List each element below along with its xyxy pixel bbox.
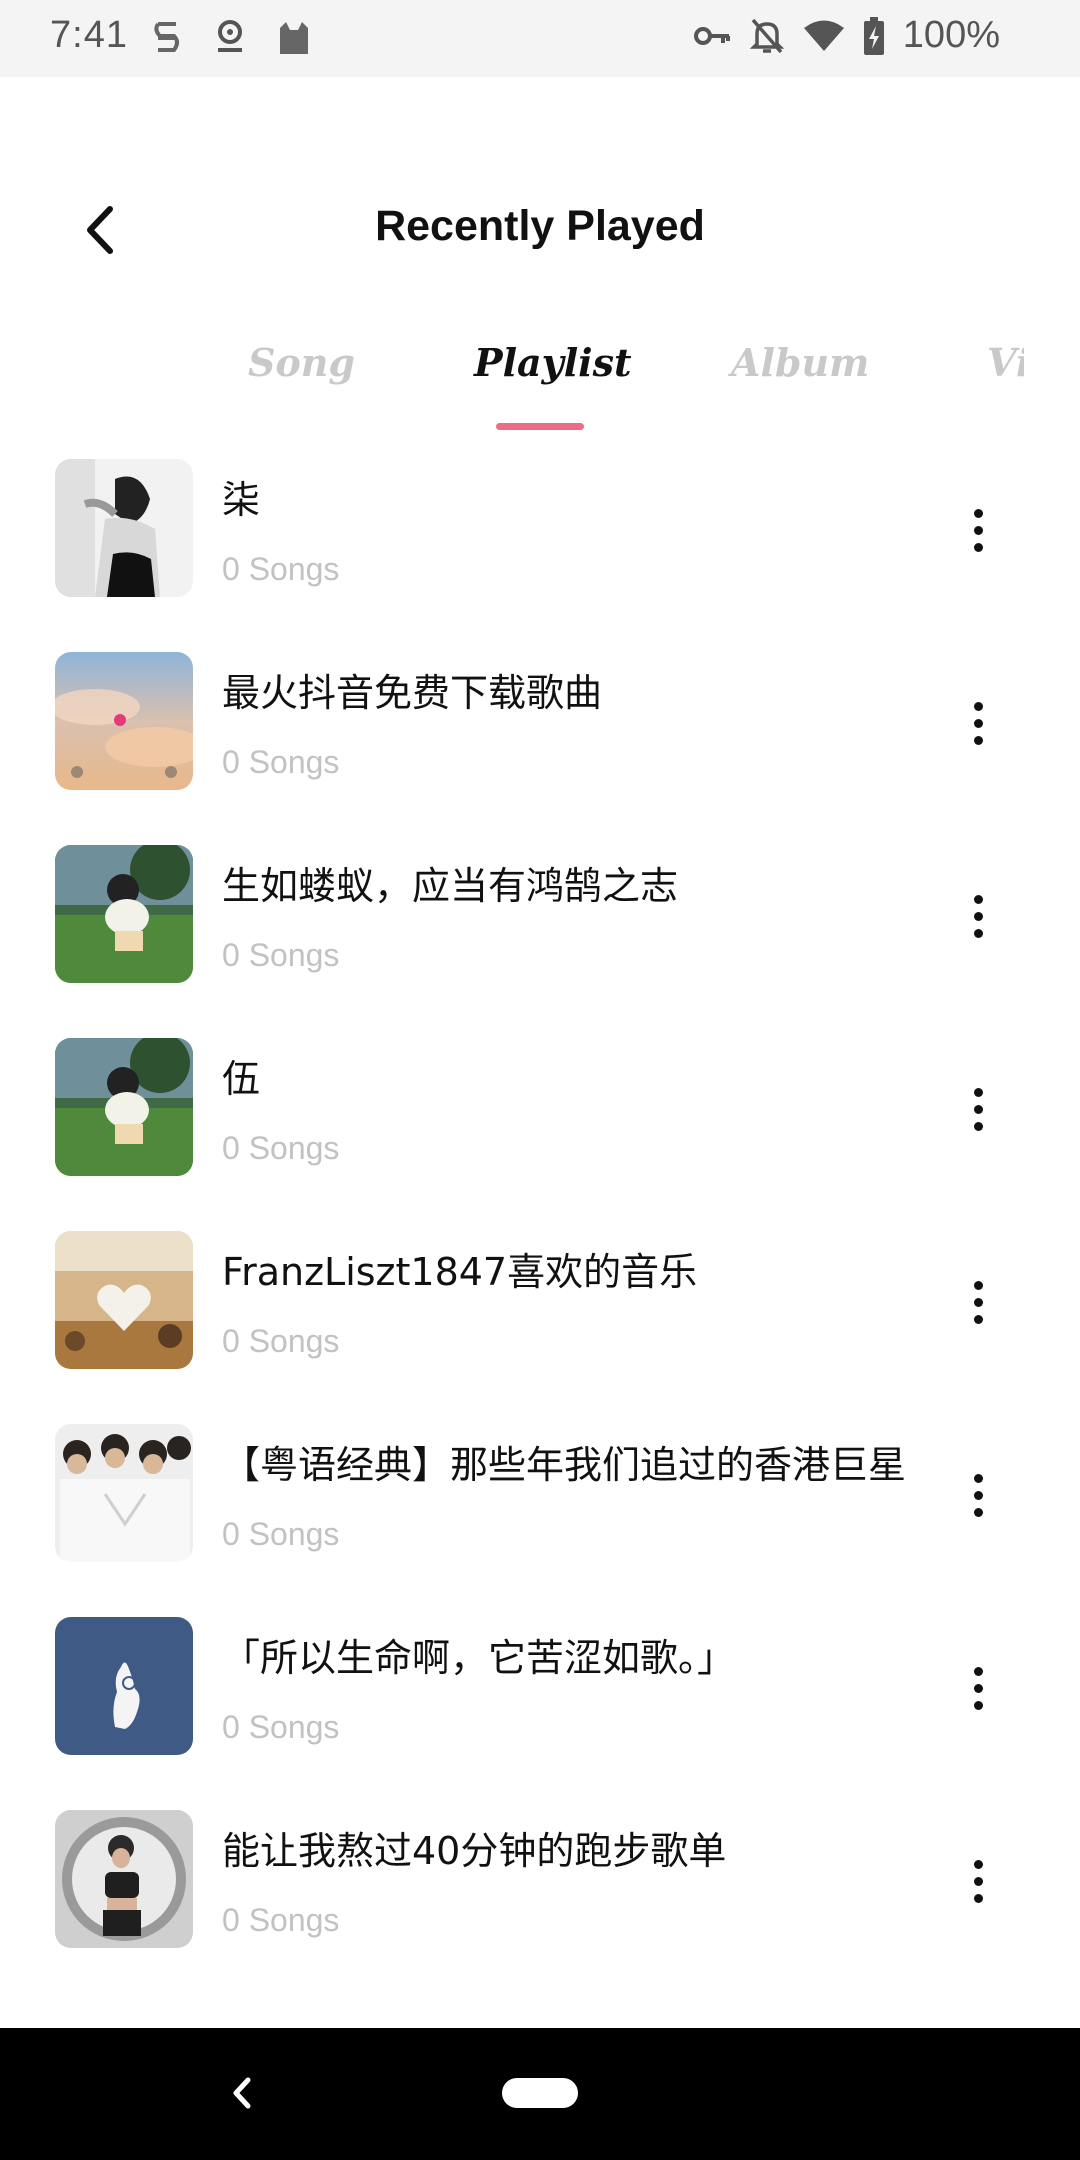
more-vertical-icon: [973, 508, 983, 518]
system-nav-bar: [0, 2028, 1080, 2160]
playlist-title: FranzLiszt1847喜欢的音乐: [222, 1250, 698, 1294]
playlist-song-count: 0 Songs: [222, 551, 340, 587]
playlist-song-count: 0 Songs: [222, 1902, 340, 1938]
playlist-item[interactable]: 伍 0 Songs: [0, 1034, 1080, 1227]
battery-percent: 100%: [902, 14, 1000, 56]
playlist-cover: [55, 459, 193, 597]
more-options-button[interactable]: [960, 1460, 996, 1530]
playlist-item[interactable]: 能让我熬过40分钟的跑步歌单 0 Songs: [0, 1806, 1080, 1999]
more-options-button[interactable]: [960, 881, 996, 951]
tab-album[interactable]: Album: [731, 340, 869, 385]
sim-icon: [154, 22, 179, 52]
playlist-list: 柒 0 Songs 最火抖音免费下载歌曲 0 Songs 生如蝼蚁，应当有鸿鹄之…: [0, 455, 1080, 1999]
nav-back-icon[interactable]: [222, 2068, 262, 2118]
playlist-title: 【粤语经典】那些年我们追过的香港巨星: [222, 1443, 907, 1487]
more-options-button[interactable]: [960, 1074, 996, 1144]
playlist-song-count: 0 Songs: [222, 1709, 340, 1745]
page-title: Recently Played: [375, 202, 705, 250]
more-options-button[interactable]: [960, 688, 996, 758]
playlist-cover: [55, 652, 193, 790]
cat-app-icon: [280, 22, 308, 54]
playlist-item[interactable]: 【粤语经典】那些年我们追过的香港巨星 0 Songs: [0, 1420, 1080, 1613]
playlist-song-count: 0 Songs: [222, 1516, 340, 1552]
playlist-cover: [55, 1617, 193, 1755]
more-vertical-icon: [973, 1473, 983, 1483]
radio-app-icon: [218, 20, 242, 52]
header: Recently Played: [0, 180, 1080, 280]
notifications-off-icon: [749, 18, 785, 53]
playlist-item[interactable]: 生如蝼蚁，应当有鸿鹄之志 0 Songs: [0, 841, 1080, 1034]
playlist-item[interactable]: FranzLiszt1847喜欢的音乐 0 Songs: [0, 1227, 1080, 1420]
tab-song[interactable]: Song: [248, 340, 355, 385]
more-vertical-icon: [973, 1280, 983, 1290]
tab-indicator: [496, 423, 584, 430]
playlist-cover: [55, 845, 193, 983]
screen: 7:41 100% Recently Played Song Playlist …: [0, 0, 1080, 2160]
playlist-title: 最火抖音免费下载歌曲: [222, 671, 603, 715]
playlist-song-count: 0 Songs: [222, 1130, 340, 1166]
more-vertical-icon: [973, 894, 983, 904]
playlist-title: 能让我熬过40分钟的跑步歌单: [222, 1829, 727, 1873]
battery-charging-icon: [863, 16, 884, 55]
more-vertical-icon: [973, 1859, 983, 1869]
playlist-title: 柒: [222, 478, 261, 522]
more-options-button[interactable]: [960, 1653, 996, 1723]
status-bar: 7:41 100%: [0, 0, 1080, 77]
playlist-song-count: 0 Songs: [222, 744, 340, 780]
playlist-item[interactable]: 最火抖音免费下载歌曲 0 Songs: [0, 648, 1080, 841]
playlist-cover: [55, 1038, 193, 1176]
tab-playlist[interactable]: Playlist: [474, 340, 632, 385]
playlist-cover: [55, 1424, 193, 1562]
status-left-icons: [150, 18, 312, 58]
more-options-button[interactable]: [960, 1267, 996, 1337]
playlist-title: 「所以生命啊，它苦涩如歌。」: [222, 1636, 736, 1680]
playlist-cover: [55, 1810, 193, 1948]
tab-bar: Song Playlist Album Vi: [0, 330, 1024, 440]
status-right: 100%: [693, 14, 1000, 57]
nav-home-pill[interactable]: [502, 2078, 578, 2108]
playlist-item[interactable]: 「所以生命啊，它苦涩如歌。」 0 Songs: [0, 1613, 1080, 1806]
vpn-key-icon: [693, 26, 730, 45]
more-vertical-icon: [973, 1087, 983, 1097]
playlist-title: 生如蝼蚁，应当有鸿鹄之志: [222, 864, 679, 908]
more-vertical-icon: [973, 701, 983, 711]
wifi-icon: [803, 20, 844, 51]
playlist-song-count: 0 Songs: [222, 937, 340, 973]
playlist-cover: [55, 1231, 193, 1369]
more-options-button[interactable]: [960, 495, 996, 565]
tab-video[interactable]: Vi: [987, 340, 1024, 385]
playlist-item[interactable]: 柒 0 Songs: [0, 455, 1080, 648]
playlist-title: 伍: [222, 1057, 261, 1101]
more-options-button[interactable]: [960, 1846, 996, 1916]
more-vertical-icon: [973, 1666, 983, 1676]
playlist-song-count: 0 Songs: [222, 1323, 340, 1359]
status-time: 7:41: [50, 14, 128, 56]
